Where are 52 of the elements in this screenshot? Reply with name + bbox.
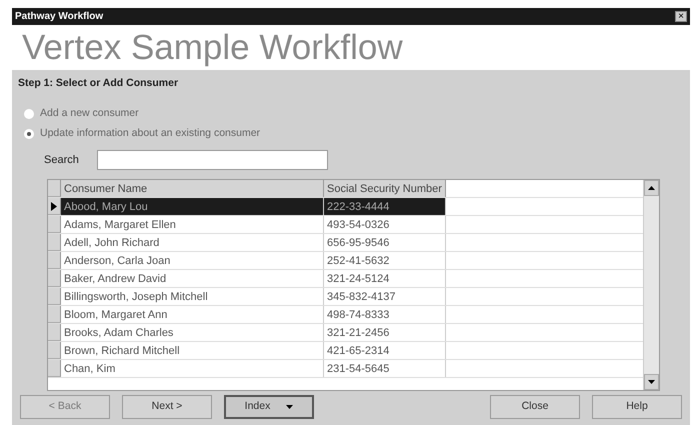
table-cell: 222-33-4444 [324, 198, 446, 215]
table-cell: Abood, Mary Lou [61, 198, 324, 215]
scroll-down-icon[interactable] [644, 374, 659, 390]
column-header[interactable]: Consumer Name [61, 180, 324, 197]
table-cell: 493-54-0326 [324, 216, 446, 233]
caret-icon [286, 404, 294, 409]
table-cell: Anderson, Carla Joan [61, 252, 324, 269]
table-row[interactable]: Adell, John Richard 656-95-9546 [48, 234, 643, 252]
column-header[interactable]: Social Security Number [324, 180, 446, 197]
table-cell: 656-95-9546 [324, 234, 446, 251]
table-row[interactable]: Baker, Andrew David 321-24-5124 [48, 270, 643, 288]
table-row[interactable]: Brown, Richard Mitchell 421-65-2314 [48, 342, 643, 360]
dialog-button[interactable]: Next > [122, 394, 212, 419]
table-cell: Billingsworth, Joseph Mitchell [61, 288, 324, 305]
table-row[interactable]: Adams, Margaret Ellen 493-54-0326 [48, 216, 643, 234]
table-cell: 252-41-5632 [324, 252, 446, 269]
table-cell: Brooks, Adam Charles [61, 324, 324, 341]
row-selector[interactable] [48, 198, 61, 215]
dialog-button[interactable]: Help [592, 394, 682, 419]
table-row[interactable]: Bloom, Margaret Ann 498-74-8333 [48, 306, 643, 324]
table-cell: 498-74-8333 [324, 306, 446, 323]
table-cell: 321-24-5124 [324, 270, 446, 287]
table-cell: Adams, Margaret Ellen [61, 216, 324, 233]
table-row[interactable]: Brooks, Adam Charles 321-21-2456 [48, 324, 643, 342]
table-cell: Baker, Andrew David [61, 270, 324, 287]
table-cell: 421-65-2314 [324, 342, 446, 359]
search-label: Search [44, 152, 79, 168]
table-cell: 231-54-5645 [324, 360, 446, 377]
radio-label[interactable]: Update information about an existing consumer [40, 126, 260, 142]
search-field[interactable] [96, 150, 328, 170]
table-cell: Bloom, Margaret Ann [61, 306, 324, 323]
table-row[interactable]: Anderson, Carla Joan 252-41-5632 [48, 252, 643, 270]
index-dropdown[interactable]: Index [224, 394, 314, 419]
window-title: Pathway Workflow [15, 10, 104, 24]
step-label: Step 1: Select or Add Consumer [17, 76, 180, 91]
table-cell: 321-21-2456 [324, 324, 446, 341]
workflow-title: Vertex Sample Workflow [22, 28, 403, 67]
table-cell: Brown, Richard Mitchell [61, 342, 324, 359]
radio-label[interactable]: Add a new consumer [40, 106, 139, 122]
scroll-bar[interactable] [643, 180, 659, 390]
table-cell: Adell, John Richard [61, 234, 324, 251]
dialog-button[interactable]: Close [490, 394, 580, 419]
current-row-icon [51, 202, 57, 212]
table-row[interactable]: Billingsworth, Joseph Mitchell 345-832-4137 [48, 288, 643, 306]
table-cell: 345-832-4137 [324, 288, 446, 305]
radio-button[interactable] [24, 128, 34, 139]
table-cell: Chan, Kim [61, 360, 324, 377]
radio-button[interactable] [24, 108, 34, 119]
table-row[interactable]: Abood, Mary Lou 222-33-4444 [48, 198, 643, 216]
close-button[interactable]: × [675, 11, 687, 22]
table-row[interactable]: Chan, Kim 231-54-5645 [48, 360, 643, 378]
scroll-up-icon[interactable] [644, 180, 659, 196]
